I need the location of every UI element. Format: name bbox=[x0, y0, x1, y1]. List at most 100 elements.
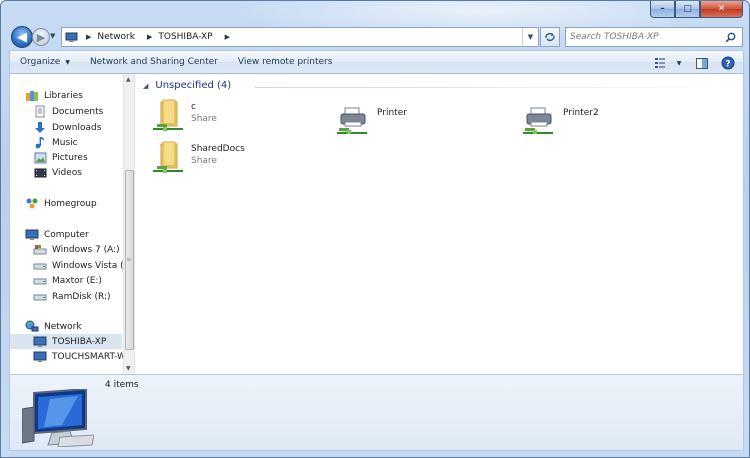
item-name: Printer bbox=[377, 108, 407, 118]
breadcrumb-separator-icon[interactable]: ▶ bbox=[141, 33, 158, 41]
breadcrumb-separator-icon[interactable]: ▶ bbox=[80, 33, 97, 41]
homegroup-icon bbox=[24, 197, 40, 211]
view-controls: ▼ ? bbox=[651, 52, 739, 74]
organize-button[interactable]: Organize ▼ bbox=[10, 51, 80, 73]
forward-button[interactable]: ▶ bbox=[32, 28, 50, 46]
hard-drive-icon bbox=[32, 274, 48, 288]
sidebar-item-downloads[interactable]: Downloads bbox=[32, 120, 101, 135]
network-sharing-center-button[interactable]: Network and Sharing Center bbox=[80, 51, 228, 73]
share-folder-icon bbox=[153, 99, 183, 131]
sidebar-item-label: Windows 7 (A:) bbox=[52, 244, 120, 255]
item-type: Share bbox=[191, 114, 217, 124]
list-item-printer[interactable]: Printer bbox=[337, 104, 507, 144]
sidebar-item-label: Music bbox=[52, 137, 78, 148]
sidebar-item-touchsmart-w7[interactable]: TOUCHSMART-W7 bbox=[32, 349, 132, 364]
sidebar-item-label: TOSHIBA-XP bbox=[52, 336, 107, 347]
group-header[interactable]: ◢ Unspecified (4) bbox=[143, 80, 231, 91]
sidebar-item-computer[interactable]: Computer bbox=[24, 227, 89, 242]
sidebar-item-videos[interactable]: Videos bbox=[32, 165, 82, 180]
file-list: ◢ Unspecified (4) c Share Printer Printe… bbox=[135, 74, 745, 374]
scroll-grip-icon: ≡ bbox=[126, 256, 132, 263]
view-dropdown-chevron-icon[interactable]: ▼ bbox=[673, 53, 685, 73]
refresh-button[interactable] bbox=[540, 27, 560, 47]
scroll-up-icon[interactable]: ▲ bbox=[126, 76, 131, 83]
sidebar-item-label: Documents bbox=[52, 106, 104, 117]
navigation-bar: ◀ ▶ ▼ ▶ Network ▶ TOSHIBA-XP ▶ ▼ bbox=[1, 23, 749, 51]
back-button[interactable]: ◀ bbox=[11, 26, 33, 48]
command-bar: Organize ▼ Network and Sharing Center Vi… bbox=[9, 50, 744, 74]
view-options-icon[interactable] bbox=[651, 53, 673, 73]
minimize-button[interactable]: – bbox=[650, 1, 675, 18]
navigation-scrollbar[interactable]: ▲ ≡ ▼ bbox=[123, 74, 134, 374]
network-printer-icon bbox=[337, 107, 367, 134]
item-name: Printer2 bbox=[563, 108, 599, 118]
search-input[interactable] bbox=[566, 32, 722, 42]
group-label: Unspecified (4) bbox=[155, 80, 232, 91]
sidebar-item-drive-e[interactable]: Maxtor (E:) bbox=[32, 273, 102, 288]
computer-icon bbox=[22, 389, 94, 447]
music-note-icon bbox=[32, 136, 48, 150]
sidebar-item-drive-r[interactable]: RamDisk (R:) bbox=[32, 289, 111, 304]
list-item-printer2[interactable]: Printer2 bbox=[523, 104, 693, 144]
network-computer-icon bbox=[32, 350, 48, 364]
videos-icon bbox=[32, 166, 48, 180]
navigation-pane: Libraries Documents Downloads Music Pict… bbox=[10, 74, 134, 374]
sidebar-item-documents[interactable]: Documents bbox=[32, 104, 103, 119]
sidebar-item-label: Network bbox=[44, 321, 82, 332]
computer-icon bbox=[24, 228, 40, 242]
sidebar-item-label: Maxtor (E:) bbox=[52, 275, 102, 286]
sidebar-item-music[interactable]: Music bbox=[32, 135, 78, 150]
list-item-share-c[interactable]: c Share bbox=[151, 98, 321, 138]
close-button[interactable]: ✕ bbox=[700, 1, 743, 18]
sidebar-item-label: Videos bbox=[52, 167, 82, 178]
hard-drive-icon bbox=[32, 290, 48, 304]
sidebar-item-label: Computer bbox=[44, 229, 89, 240]
search-box[interactable] bbox=[565, 27, 743, 47]
help-icon[interactable]: ? bbox=[717, 53, 739, 73]
list-item-share-shareddocs[interactable]: SharedDocs Share bbox=[151, 140, 321, 180]
sidebar-item-network[interactable]: Network bbox=[24, 319, 82, 334]
breadcrumb-network[interactable]: Network bbox=[97, 32, 141, 42]
sidebar-item-libraries[interactable]: Libraries bbox=[24, 88, 83, 103]
sidebar-item-homegroup[interactable]: Homegroup bbox=[24, 196, 97, 211]
group-divider bbox=[255, 87, 735, 88]
maximize-button[interactable]: □ bbox=[675, 1, 700, 18]
chevron-down-icon: ▼ bbox=[65, 58, 70, 66]
network-printer-icon bbox=[523, 107, 553, 134]
sidebar-item-label: Downloads bbox=[52, 122, 102, 133]
preview-pane-icon[interactable] bbox=[691, 53, 713, 73]
network-computer-icon bbox=[62, 32, 80, 43]
item-type: Share bbox=[191, 156, 217, 166]
sidebar-item-label: Homegroup bbox=[44, 198, 97, 209]
libraries-icon bbox=[24, 89, 40, 103]
sidebar-item-drive-a[interactable]: Windows 7 (A:) bbox=[32, 242, 120, 257]
item-name: c bbox=[191, 102, 196, 112]
search-icon[interactable] bbox=[722, 32, 738, 43]
breadcrumb-toshiba-xp[interactable]: TOSHIBA-XP bbox=[158, 32, 218, 42]
address-bar[interactable]: ▶ Network ▶ TOSHIBA-XP ▶ ▼ bbox=[61, 27, 539, 47]
sidebar-item-drive-c[interactable]: Windows Vista (C:) bbox=[32, 258, 134, 273]
refresh-icon bbox=[545, 32, 555, 42]
sidebar-item-label: Windows Vista (C:) bbox=[52, 260, 134, 271]
view-remote-printers-button[interactable]: View remote printers bbox=[228, 51, 343, 73]
svg-text:?: ? bbox=[725, 60, 730, 70]
hard-drive-icon bbox=[32, 259, 48, 273]
scroll-down-icon[interactable]: ▼ bbox=[126, 365, 131, 372]
recent-pages-dropdown[interactable]: ▼ bbox=[50, 32, 55, 40]
system-drive-icon bbox=[32, 243, 48, 257]
explorer-window: – □ ✕ ◀ ▶ ▼ ▶ Network ▶ TOSHIBA-XP ▶ ▼ S… bbox=[0, 0, 750, 458]
collapse-triangle-icon[interactable]: ◢ bbox=[143, 82, 148, 90]
network-globe-icon bbox=[24, 320, 40, 334]
sidebar-item-label: Libraries bbox=[44, 90, 83, 101]
sidebar-item-pictures[interactable]: Pictures bbox=[32, 150, 88, 165]
share-folder-icon bbox=[153, 141, 183, 173]
item-count: 4 items bbox=[105, 380, 139, 390]
network-computer-icon bbox=[32, 335, 48, 349]
sidebar-item-label: TOUCHSMART-W7 bbox=[52, 351, 132, 362]
address-dropdown-button[interactable]: ▼ bbox=[522, 28, 538, 46]
breadcrumb-separator-icon[interactable]: ▶ bbox=[219, 33, 236, 41]
item-name: SharedDocs bbox=[191, 144, 245, 154]
details-pane: 4 items bbox=[9, 374, 744, 451]
caption-buttons: – □ ✕ bbox=[650, 1, 743, 18]
sidebar-item-toshiba-xp[interactable]: TOSHIBA-XP bbox=[10, 334, 122, 349]
